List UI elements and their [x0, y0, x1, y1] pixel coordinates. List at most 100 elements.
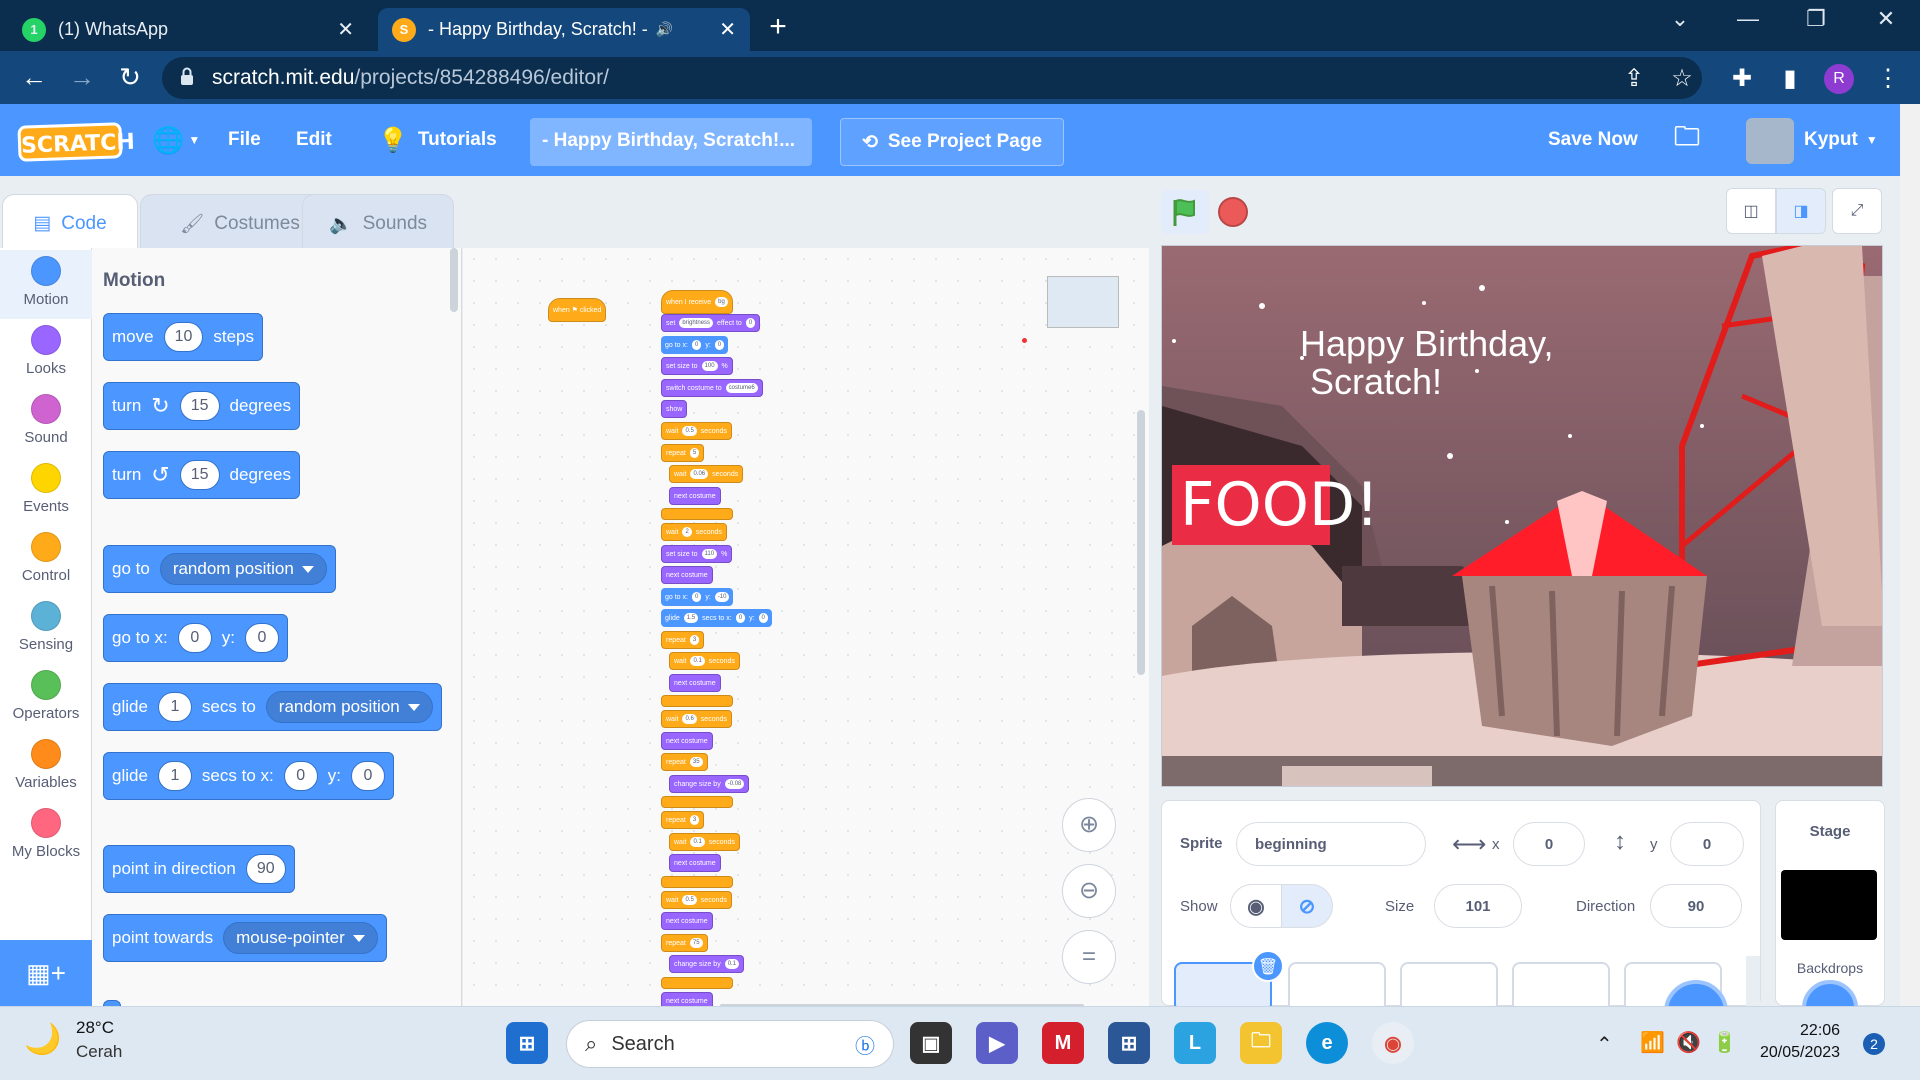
seconds-input[interactable]: 0.1 — [690, 837, 705, 847]
file-explorer-icon[interactable]: 🗀 — [1240, 1022, 1282, 1064]
block-go-to-xy[interactable]: go to x: 0 y: -10 — [661, 588, 734, 606]
block-wait[interactable]: wait 0.1 seconds — [669, 833, 740, 851]
volume-muted-icon[interactable]: 🔇 — [1676, 1030, 1701, 1055]
y-input[interactable]: 0 — [245, 623, 279, 653]
y-input[interactable]: 0 — [758, 613, 768, 623]
seconds-input[interactable]: 0.06 — [690, 469, 709, 479]
page-scrollbar[interactable] — [1900, 104, 1920, 1006]
hat-when-i-receive[interactable]: when I receive bg — [661, 290, 733, 314]
bookmark-star-icon[interactable]: ☆ — [1664, 64, 1700, 93]
message-dropdown[interactable]: bg — [715, 297, 728, 307]
block-turn-right[interactable]: turn ↻ 15 degrees — [103, 382, 300, 430]
block-glide-to-xy[interactable]: glide 1.5 secs to x: 0 y: 0 — [661, 609, 772, 627]
x-input[interactable]: 0 — [177, 623, 212, 653]
block-wait[interactable]: wait 0.5 seconds — [661, 422, 732, 440]
delete-sprite-icon[interactable]: 🗑 — [1252, 950, 1284, 982]
target-dropdown[interactable]: random position — [159, 553, 327, 585]
repeat-input[interactable]: 3 — [689, 635, 700, 645]
block-go-to-xy[interactable]: go to x: 0 y: 0 — [103, 614, 288, 662]
block-wait[interactable]: wait 0.6 seconds — [661, 710, 732, 728]
taskbar-search[interactable]: ⌕ Search ⓑ — [566, 1020, 894, 1068]
scratch-logo[interactable]: SCRATCH — [17, 122, 135, 162]
task-view-icon[interactable]: ▣ — [910, 1022, 952, 1064]
workspace-scrollbar[interactable] — [1137, 410, 1145, 675]
category-sound[interactable]: Sound — [0, 388, 92, 457]
backdrop-thumbnail[interactable] — [1781, 870, 1877, 940]
tab-search-icon[interactable]: ⌄ — [1650, 6, 1710, 32]
extensions-icon[interactable]: ✚ — [1724, 64, 1760, 93]
block-repeat[interactable]: repeat 5 — [661, 444, 705, 462]
repeat-input[interactable]: 35 — [689, 757, 703, 767]
direction-input[interactable]: 90 — [245, 854, 286, 884]
x-input[interactable]: 0 — [735, 613, 746, 623]
see-project-page-button[interactable]: ⟲ See Project Page — [840, 118, 1064, 166]
taskbar-clock[interactable]: 22:06 20/05/2023 — [1760, 1020, 1840, 1064]
show-hidden-icons-icon[interactable]: ⌃ — [1596, 1032, 1613, 1057]
secs-input[interactable]: 1 — [157, 761, 192, 791]
share-icon[interactable]: ⇪ — [1616, 64, 1652, 93]
block-next-costume[interactable]: next costume — [669, 487, 721, 505]
category-events[interactable]: Events — [0, 457, 92, 526]
target-dropdown[interactable]: mouse-pointer — [223, 922, 378, 954]
close-tab-icon[interactable]: ✕ — [337, 17, 354, 42]
user-avatar[interactable] — [1746, 118, 1794, 164]
seconds-input[interactable]: 0.6 — [682, 714, 697, 724]
small-stage-button[interactable]: ◫ — [1726, 188, 1776, 234]
block-show[interactable]: show — [661, 400, 688, 418]
reload-icon[interactable]: ↻ — [110, 62, 150, 93]
repeat-input[interactable]: 5 — [689, 448, 700, 458]
close-tab-icon[interactable]: ✕ — [719, 17, 736, 42]
hat-when-flag-clicked[interactable]: when ⚑ clicked — [548, 298, 607, 322]
x-input[interactable]: 0 — [691, 592, 702, 602]
block-repeat[interactable]: repeat 75 — [661, 934, 708, 952]
seconds-input[interactable]: 0.5 — [682, 895, 697, 905]
sprite-list-scrollbar[interactable] — [1746, 956, 1760, 1006]
block-set-size[interactable]: set size to 110% — [661, 545, 733, 563]
project-title-input[interactable]: - Happy Birthday, Scratch!... — [530, 118, 812, 166]
notification-badge[interactable]: 2 — [1863, 1033, 1885, 1055]
sprite-card[interactable] — [1512, 962, 1610, 1012]
steps-input[interactable]: 10 — [163, 322, 204, 352]
block-next-costume[interactable]: next costume — [669, 854, 721, 872]
size-input[interactable]: 110 — [701, 549, 718, 559]
tab-code[interactable]: ▤ Code — [2, 194, 138, 252]
script-workspace[interactable] — [463, 248, 1149, 1006]
language-menu[interactable]: 🌐 ▼ — [152, 104, 200, 176]
size-input[interactable]: -0.08 — [724, 779, 745, 789]
block-point-in-direction[interactable]: point in direction 90 — [103, 845, 295, 893]
category-operators[interactable]: Operators — [0, 664, 92, 733]
tab-sounds[interactable]: 🔈 Sounds — [302, 194, 454, 252]
normal-stage-button[interactable]: ◨ — [1776, 188, 1826, 234]
category-my-blocks[interactable]: My Blocks — [0, 802, 92, 871]
block-next-costume[interactable]: next costume — [661, 566, 713, 584]
add-extension-button[interactable]: ▦+ — [0, 940, 92, 1006]
degrees-input[interactable]: 15 — [179, 460, 220, 490]
seconds-input[interactable]: 0.1 — [690, 656, 705, 666]
category-variables[interactable]: Variables — [0, 733, 92, 802]
degrees-input[interactable]: 15 — [179, 391, 220, 421]
browser-tab-scratch[interactable]: S - Happy Birthday, Scratch! - 🔊 ✕ — [378, 8, 750, 51]
secs-input[interactable]: 1 — [157, 692, 192, 722]
sprite-name-field[interactable]: beginning — [1236, 822, 1426, 866]
seconds-input[interactable]: 2 — [682, 527, 692, 537]
back-icon[interactable]: ← — [14, 62, 54, 93]
block-switch-costume[interactable]: switch costume to costume6 — [661, 379, 763, 397]
my-stuff-folder-icon[interactable]: 🗀 — [1674, 104, 1700, 176]
start-icon[interactable]: ⊞ — [506, 1022, 548, 1064]
browser-tab-whatsapp[interactable]: 1 (1) WhatsApp ✕ — [8, 8, 368, 51]
audio-playing-icon[interactable]: 🔊 — [656, 21, 673, 38]
category-control[interactable]: Control — [0, 526, 92, 595]
block-turn-left[interactable]: turn ↺ 15 degrees — [103, 451, 300, 499]
block-change-size[interactable]: change size by 0.1 — [669, 955, 745, 973]
block-next-costume[interactable]: next costume — [661, 912, 713, 930]
x-input[interactable]: 0 — [691, 340, 702, 350]
chrome-icon[interactable]: ◉ — [1372, 1022, 1414, 1064]
teams-icon[interactable]: ▶ — [976, 1022, 1018, 1064]
block-set-size[interactable]: set size to 100% — [661, 357, 733, 375]
sprite-card[interactable] — [1288, 962, 1386, 1012]
block-change-size[interactable]: change size by -0.08 — [669, 775, 750, 793]
wifi-icon[interactable]: 📶 — [1640, 1030, 1665, 1055]
account-menu[interactable]: Kyput ▼ — [1804, 104, 1878, 176]
save-now-button[interactable]: Save Now — [1548, 104, 1638, 176]
block-point-towards[interactable]: point towards mouse-pointer — [103, 914, 387, 962]
